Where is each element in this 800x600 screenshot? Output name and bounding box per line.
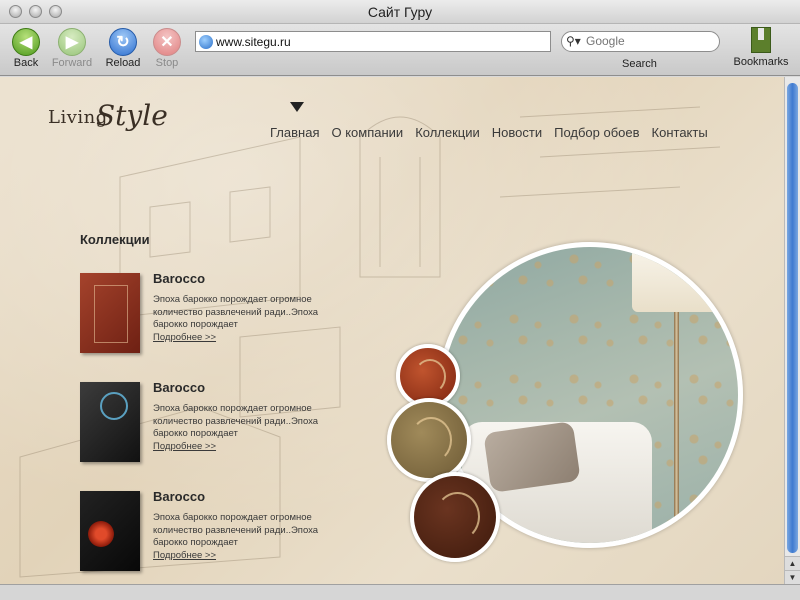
scroll-down-arrow-icon[interactable]: ▼ (785, 570, 800, 584)
collection-description: Эпоха барокко порождает огромное количес… (153, 294, 319, 330)
collection-description: Эпоха барокко порождает огромное количес… (153, 512, 319, 548)
nav-item-contacts[interactable]: Контакты (652, 125, 708, 140)
more-link[interactable]: Подробнее >> (153, 441, 216, 452)
nav-item-collections[interactable]: Коллекции (415, 125, 480, 140)
lamp-pole (674, 312, 679, 543)
browser-toolbar: ◀ Back ▶ Forward ↻ Reload ✕ Stop www.sit… (0, 24, 800, 76)
collection-item: Barocco Эпоха барокко порождает огромное… (80, 380, 340, 478)
arrow-right-icon: ▶ (58, 28, 86, 56)
wallpaper-swatch-olive[interactable] (387, 398, 471, 482)
lampshade (632, 247, 722, 312)
collection-item: Barocco Эпоха барокко порождает огромное… (80, 489, 340, 584)
bookmarks-label: Bookmarks (733, 56, 789, 68)
bookmarks-button[interactable]: Bookmarks (726, 27, 796, 73)
collection-title[interactable]: Barocco (153, 380, 205, 395)
nav-item-wallpaper-selection[interactable]: Подбор обоев (554, 125, 639, 140)
status-bar (0, 584, 800, 600)
search-icon[interactable]: ⚲▾ (566, 34, 581, 48)
window-titlebar: Сайт Гуру (0, 0, 800, 24)
bookmarks-icon (751, 27, 771, 53)
vertical-scrollbar[interactable]: ▲ ▼ (784, 77, 800, 584)
search-input[interactable] (586, 34, 714, 48)
back-label: Back (13, 57, 39, 69)
collection-cover-image[interactable] (80, 491, 140, 571)
reload-icon: ↻ (109, 28, 137, 56)
nav-item-home[interactable]: Главная (270, 125, 319, 140)
globe-icon (199, 35, 213, 49)
search-label: Search (622, 58, 657, 70)
main-nav: Главная О компании Коллекции Новости Под… (270, 125, 708, 140)
search-field[interactable]: ⚲▾ (561, 31, 720, 52)
wallpaper-swatch-brown[interactable] (410, 472, 500, 562)
site-logo[interactable]: Living Style (48, 97, 168, 152)
window-title: Сайт Гуру (367, 4, 433, 20)
collection-title[interactable]: Barocco (153, 489, 205, 504)
scroll-up-arrow-icon[interactable]: ▲ (785, 556, 800, 570)
arrow-left-icon: ◀ (12, 28, 40, 56)
address-bar[interactable]: www.sitegu.ru (195, 31, 551, 52)
collection-cover-image[interactable] (80, 273, 140, 353)
collection-cover-image[interactable] (80, 382, 140, 462)
active-nav-marker-icon (290, 102, 304, 112)
nav-item-about[interactable]: О компании (331, 125, 403, 140)
url-text[interactable]: www.sitegu.ru (216, 35, 291, 49)
section-title: Коллекции (80, 232, 150, 247)
collection-title[interactable]: Barocco (153, 271, 205, 286)
collection-item: Barocco Эпоха барокко порождает огромное… (80, 271, 340, 369)
forward-label: Forward (51, 57, 93, 69)
logo-text-style: Style (96, 99, 168, 132)
page-viewport: Living Style Главная О компании Коллекци… (0, 77, 784, 584)
nav-item-news[interactable]: Новости (492, 125, 542, 140)
more-link[interactable]: Подробнее >> (153, 332, 216, 343)
pillow (483, 421, 581, 493)
back-button[interactable]: ◀ Back (0, 28, 52, 74)
stop-label: Stop (155, 57, 179, 69)
stop-icon: ✕ (153, 28, 181, 56)
scroll-thumb[interactable] (787, 83, 798, 553)
forward-button[interactable]: ▶ Forward (46, 28, 98, 74)
more-link[interactable]: Подробнее >> (153, 550, 216, 561)
collection-description: Эпоха барокко порождает огромное количес… (153, 403, 319, 439)
stop-button[interactable]: ✕ Stop (141, 28, 193, 74)
